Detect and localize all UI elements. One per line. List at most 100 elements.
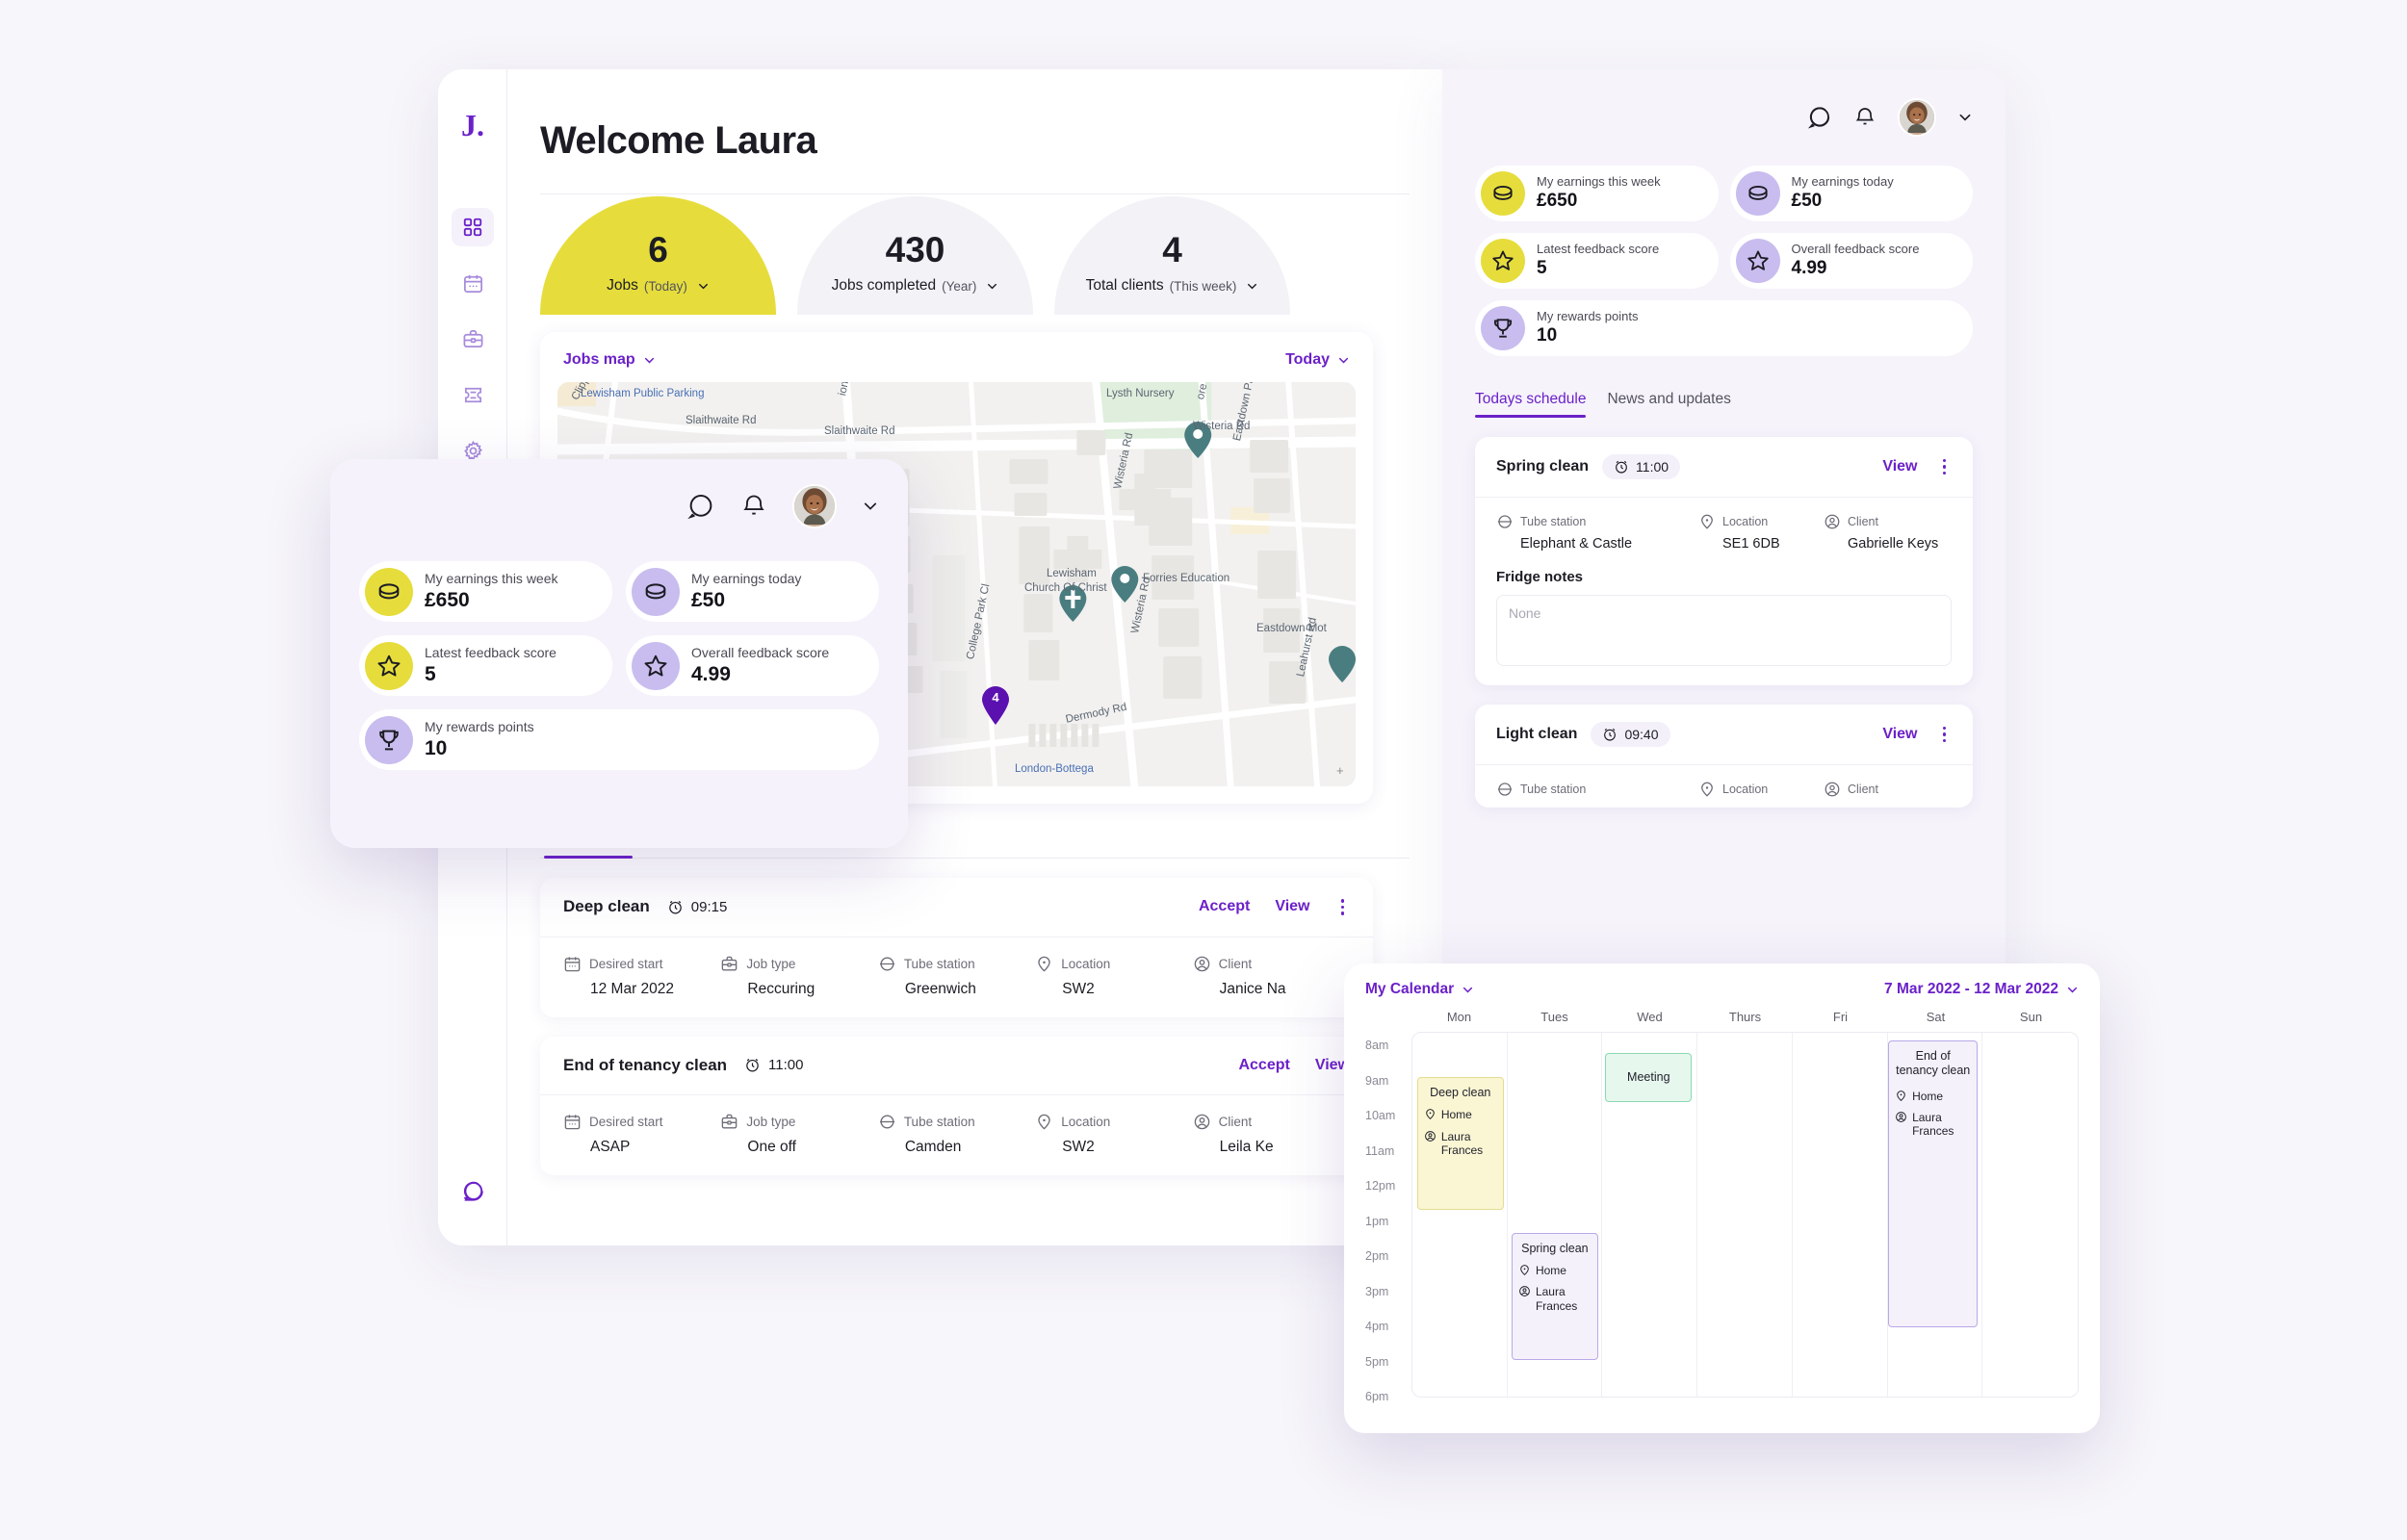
accept-button[interactable]: Accept [1199,898,1250,915]
user-icon [1895,1111,1907,1123]
chevron-down-icon[interactable] [986,280,998,293]
field-label: Tube station [903,956,975,971]
chevron-down-icon[interactable] [862,498,879,515]
marker-number: 4 [992,690,999,705]
chevron-down-icon[interactable] [1957,110,1973,125]
bell-icon[interactable] [740,493,767,520]
chevron-down-icon[interactable] [1246,280,1258,293]
ticket-icon [462,384,484,406]
stat-period: (Year) [942,278,977,294]
chat-bubble-icon[interactable] [1807,105,1832,130]
stat-pill-latest-feedback[interactable]: Latest feedback score 5 [359,635,612,696]
calendar-icon [462,272,484,295]
tab-news-updates[interactable]: News and updates [1607,391,1730,418]
map-period-selector[interactable]: Today [1285,351,1350,369]
user-icon [1193,1113,1211,1131]
tube-icon [1496,781,1514,798]
stat-value: 5 [1537,258,1547,279]
field-value: SW2 [1062,980,1095,997]
stat-semicircle-jobs[interactable]: 6 Jobs (Today) [540,196,776,315]
avatar[interactable] [792,484,837,528]
view-button[interactable]: View [1275,898,1309,915]
calendar-event-end-of-tenancy-clean[interactable]: End of tenancy clean Home Laura Frances [1888,1040,1979,1328]
more-options-icon[interactable] [1335,897,1351,917]
calendar-selector[interactable]: My Calendar [1365,981,1474,998]
view-button[interactable]: View [1882,726,1917,743]
chevron-down-icon [1337,354,1350,367]
bell-icon[interactable] [1853,106,1876,129]
stat-pill-overall-feedback[interactable]: Overall feedback score 4.99 [626,635,879,696]
field-value: Camden [904,1138,962,1155]
star-icon [1735,239,1780,283]
stat-semicircle-total-clients[interactable]: 4 Total clients (This week) [1054,196,1290,315]
field-label: Location [1722,783,1769,796]
view-button[interactable]: View [1882,458,1917,475]
field-value: 12 Mar 2022 [590,980,675,997]
stat-label: My earnings today [691,570,802,586]
stat-label: Jobs completed [831,277,937,294]
chevron-down-icon[interactable] [697,280,710,293]
more-options-icon[interactable] [1937,457,1953,477]
stat-pill-overall-feedback[interactable]: Overall feedback score 4.99 [1729,233,1973,289]
fridge-notes-input[interactable]: None [1496,595,1952,666]
stat-pill-earnings-week[interactable]: My earnings this week £650 [1475,166,1719,221]
stat-value: 6 [648,230,668,270]
chat-bubble-icon[interactable] [686,492,715,521]
sidebar-nav [438,199,507,478]
map-marker-4[interactable]: 4 [981,686,1010,725]
sidebar-item-timesheets[interactable] [438,367,507,423]
event-title: Spring clean [1521,1241,1589,1255]
event-person: Laura Frances [1535,1285,1578,1313]
field-value: ASAP [590,1138,631,1155]
field-value: Elephant & Castle [1520,536,1633,552]
accept-button[interactable]: Accept [1238,1057,1289,1074]
overlay-top-icons [359,484,879,528]
calendar-date-range-selector[interactable]: 7 Mar 2022 - 12 Mar 2022 [1884,981,2079,998]
jobs-map-selector[interactable]: Jobs map [563,351,656,369]
more-options-icon[interactable] [1937,725,1953,745]
pin-icon [1035,1113,1053,1131]
time-label: 11am [1365,1143,1395,1158]
right-panel-tabs: Todays schedule News and updates [1475,391,1973,418]
tab-todays-schedule[interactable]: Todays schedule [1475,391,1587,418]
stat-value: 430 [885,230,945,270]
stat-pill-earnings-today[interactable]: My earnings today £50 [626,561,879,622]
stat-pill-earnings-week[interactable]: My earnings this week £650 [359,561,612,622]
stat-value: £650 [425,589,470,612]
sidebar-item-calendar[interactable] [438,255,507,311]
avatar[interactable] [1898,98,1936,137]
calendar-grid[interactable]: Deep clean Home Laura Frances Spring cle… [1411,1032,2079,1398]
stat-pill-rewards-points[interactable]: My rewards points 10 [359,709,879,770]
chat-bubble-icon[interactable] [453,1172,492,1211]
field-client: Client Gabrielle Keys [1824,513,1938,552]
stat-pill-rewards-points[interactable]: My rewards points 10 [1475,300,1973,356]
pin-icon [1698,781,1716,798]
stat-label: My rewards points [1537,308,1639,323]
stat-value: 10 [425,737,448,760]
calendar-icon [563,1113,582,1131]
sidebar-item-dashboard[interactable] [438,199,507,255]
sidebar-item-jobs[interactable] [438,311,507,367]
calendar-event-spring-clean[interactable]: Spring clean Home Laura Frances [1511,1232,1598,1361]
app-logo: J. [461,107,484,142]
trophy-icon [365,715,413,764]
stat-semicircle-jobs-completed[interactable]: 430 Jobs completed (Year) [797,196,1033,315]
schedule-time-value: 11:00 [1636,459,1669,475]
event-title: Deep clean [1430,1086,1491,1100]
day-header: Tues [1540,1010,1568,1024]
stat-label: My earnings today [1791,173,1894,189]
calendar-icon [563,955,582,973]
stat-pill-earnings-today[interactable]: My earnings today £50 [1729,166,1973,221]
field-value: Gabrielle Keys [1848,536,1939,552]
calendar-event-meeting[interactable]: Meeting [1605,1052,1693,1102]
calendar-event-deep-clean[interactable]: Deep clean Home Laura Frances [1416,1077,1504,1211]
stat-label: Latest feedback score [425,644,556,660]
stat-pill-latest-feedback[interactable]: Latest feedback score 5 [1475,233,1719,289]
calendar-title: My Calendar [1365,981,1455,997]
coins-icon [365,567,413,616]
schedule-time: 09:40 [1591,722,1670,747]
user-icon [1193,955,1211,973]
event-location: Home [1440,1108,1472,1122]
stat-value: £50 [691,589,726,612]
stat-value: 10 [1537,325,1558,346]
